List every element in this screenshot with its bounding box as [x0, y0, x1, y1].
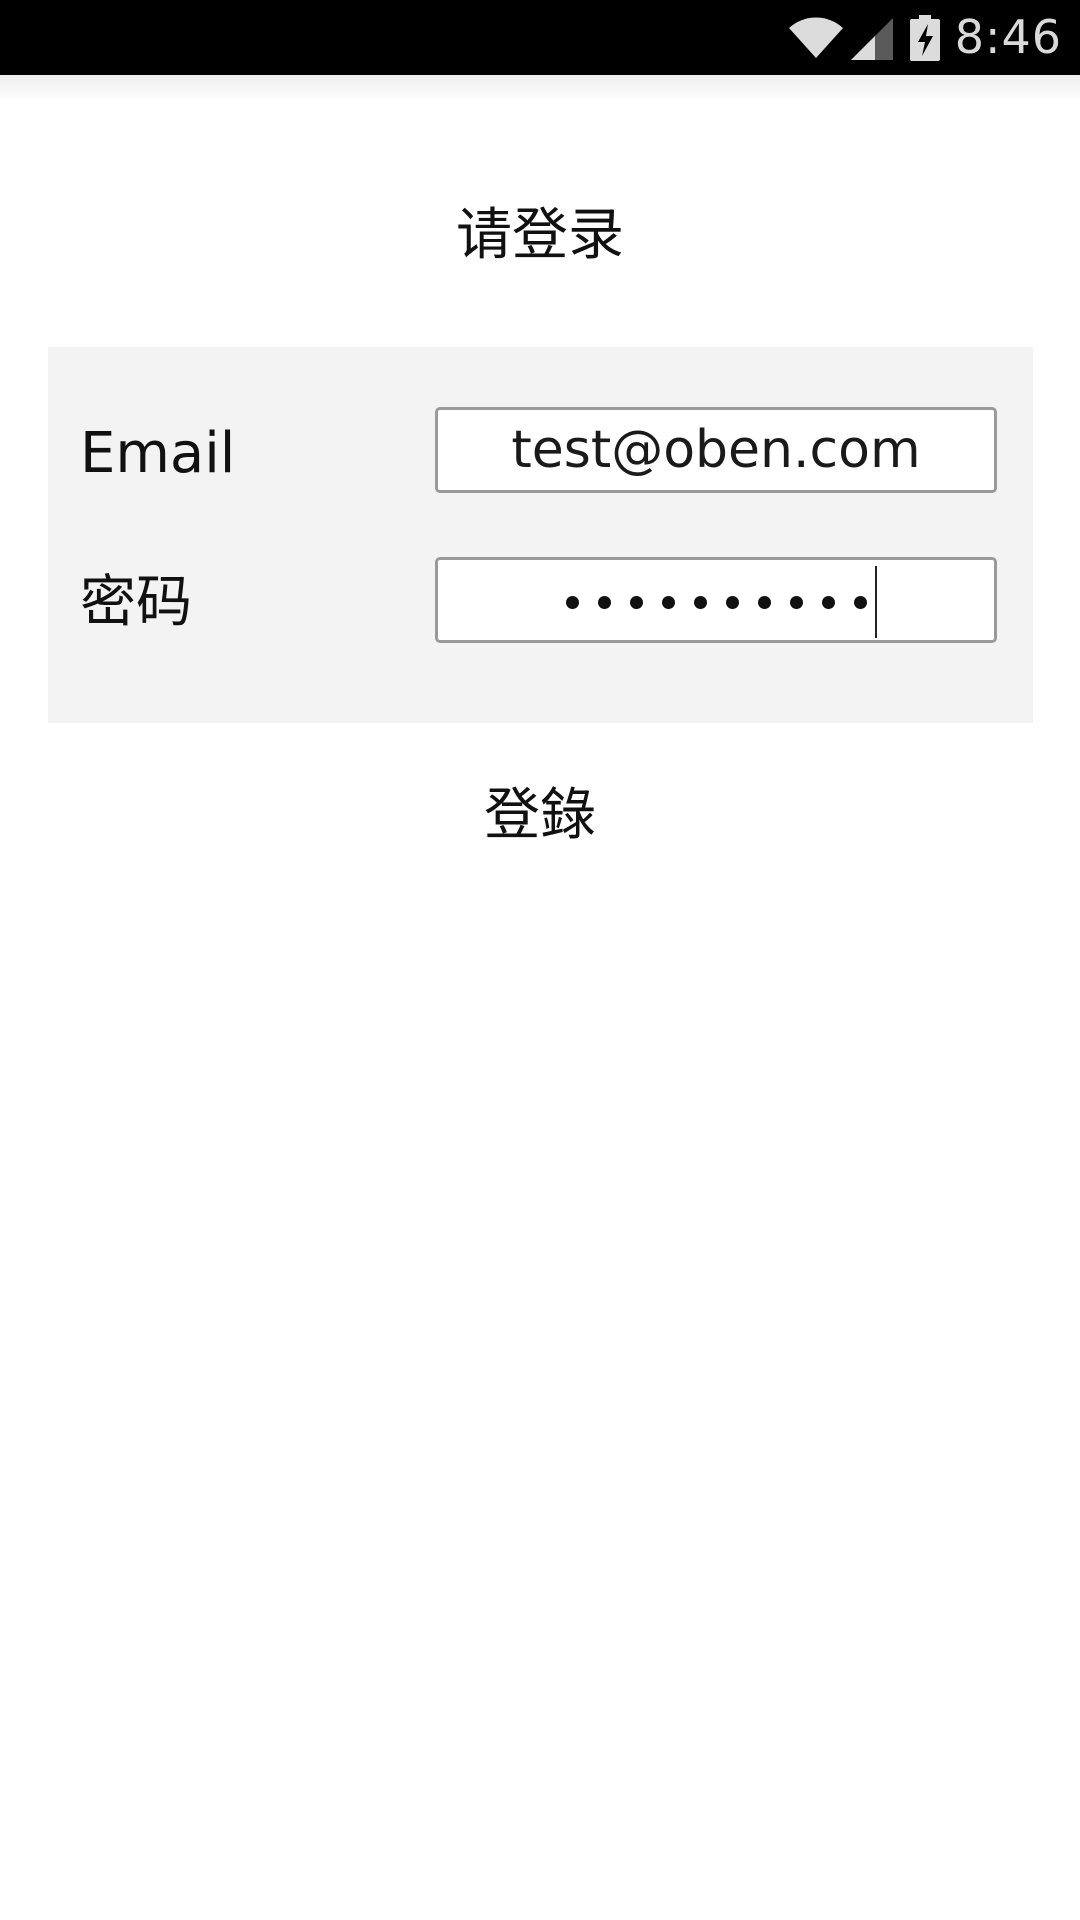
- status-bar: 8:46: [0, 0, 1080, 75]
- login-form: Email test@oben.com 密码: [48, 347, 1033, 723]
- password-mask-dot: [758, 595, 771, 609]
- email-label: Email: [80, 421, 236, 486]
- text-cursor: [875, 566, 877, 638]
- password-mask-dot: [566, 595, 579, 609]
- email-field[interactable]: test@oben.com: [435, 407, 997, 493]
- email-value: test@oben.com: [511, 420, 921, 480]
- wifi-icon: [788, 17, 843, 58]
- status-bar-shadow: [0, 75, 1080, 101]
- password-mask-dot: [694, 595, 707, 609]
- battery-charging-icon: [909, 14, 940, 61]
- password-mask-dot: [726, 595, 739, 609]
- password-mask-dot: [854, 595, 867, 609]
- cell-signal-icon: [850, 17, 893, 60]
- login-button[interactable]: 登錄: [390, 772, 690, 856]
- password-label: 密码: [80, 570, 192, 635]
- status-time: 8:46: [954, 10, 1062, 64]
- password-mask-dot: [822, 595, 835, 609]
- password-mask-dot: [598, 595, 611, 609]
- password-mask: [566, 590, 867, 614]
- status-icons: 8:46: [787, 0, 1062, 75]
- password-mask-dot: [662, 595, 675, 609]
- page-title: 请登录: [456, 203, 624, 268]
- password-mask-dot: [630, 595, 643, 609]
- password-mask-dot: [790, 595, 803, 609]
- password-field[interactable]: [435, 557, 997, 643]
